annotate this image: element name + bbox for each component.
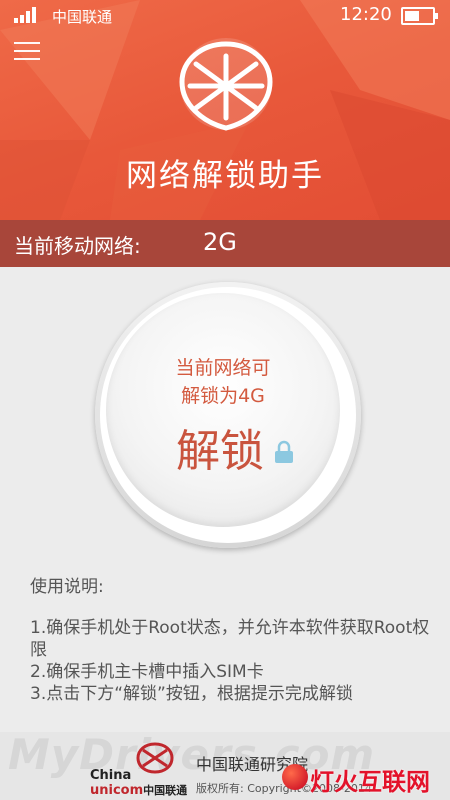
unlock-button[interactable]: 当前网络可 解锁为4G 解锁	[106, 293, 340, 527]
network-label: 当前移动网络:	[14, 234, 141, 258]
unicom-knot-logo	[179, 38, 273, 131]
unlock-status-line1: 当前网络可	[175, 357, 271, 379]
network-value: 2G	[203, 228, 237, 256]
footer-logo-text: China	[90, 768, 132, 783]
footer-logo-icon	[136, 742, 174, 774]
lock-icon	[275, 440, 293, 463]
instructions-list: 1.确保手机处于Root状态，并允许本软件获取Root权限 2.确保手机主卡槽中…	[30, 617, 440, 705]
instructions-title: 使用说明:	[30, 577, 104, 597]
carrier-name: 中国联通	[52, 8, 113, 26]
signal-icon	[14, 7, 36, 23]
clock: 12:20	[340, 4, 392, 25]
brand-watermark: 灯火互联网	[282, 760, 450, 796]
app-title: 网络解锁助手	[126, 158, 324, 194]
network-status-bar: 当前移动网络: 2G	[0, 220, 450, 267]
unlock-status-line2: 解锁为4G	[181, 385, 265, 407]
brand-text: 灯火互联网	[310, 768, 430, 796]
instruction-step: 2.确保手机主卡槽中插入SIM卡	[30, 662, 264, 682]
unlock-circle: 当前网络可 解锁为4G 解锁	[95, 282, 361, 548]
header-banner: 中国联通 12:20 网络解锁助手 当前移动网络: 2G	[0, 0, 450, 267]
brand-logo-icon	[282, 764, 308, 790]
battery-icon	[401, 7, 438, 25]
menu-button[interactable]	[14, 42, 40, 62]
instruction-step: 3.点击下方“解锁”按钮，根据提示完成解锁	[30, 684, 353, 704]
unlock-button-label: 解锁	[176, 426, 264, 477]
status-bar: 中国联通 12:20	[0, 0, 450, 32]
instruction-step: 1.确保手机处于Root状态，并允许本软件获取Root权限	[30, 618, 430, 660]
footer-logo-unicom: unicom中国联通	[90, 783, 188, 798]
